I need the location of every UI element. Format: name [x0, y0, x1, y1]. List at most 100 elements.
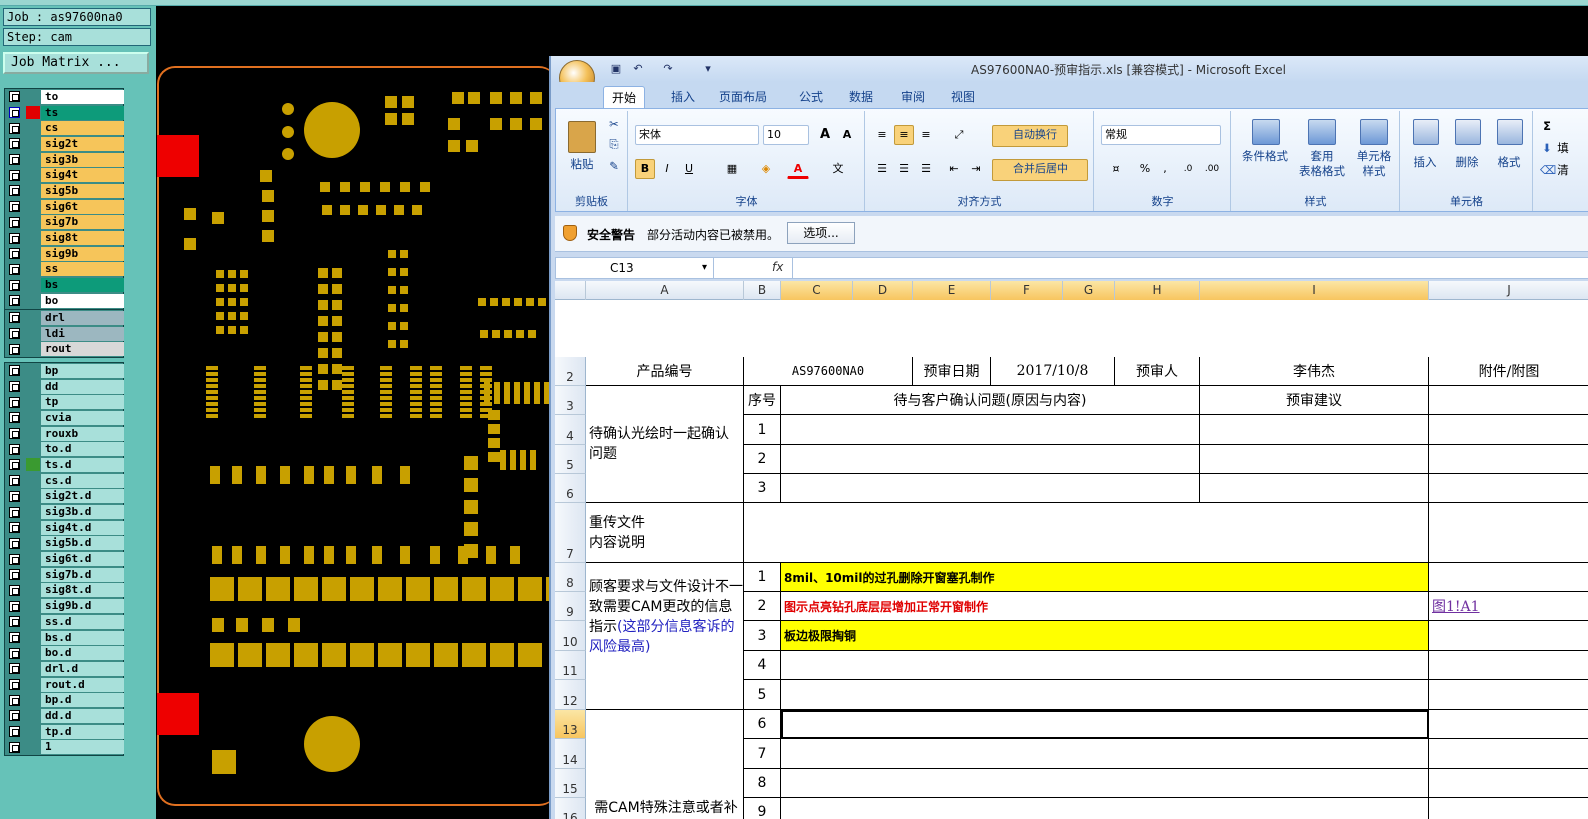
layer-checkbox[interactable]: [9, 381, 20, 393]
format-as-table-icon[interactable]: [1308, 119, 1336, 145]
clear-icon[interactable]: ⌫: [1540, 163, 1556, 178]
layer-checkbox[interactable]: [9, 279, 20, 291]
layer-name[interactable]: cvia: [41, 410, 124, 425]
delete-cells-button[interactable]: 删除: [1449, 155, 1485, 170]
name-box[interactable]: C13: [556, 258, 714, 278]
layer-name[interactable]: tp: [41, 395, 124, 410]
layer-checkbox[interactable]: [9, 428, 20, 440]
layer-name[interactable]: sig9b: [41, 246, 124, 261]
attachment-cell[interactable]: [1429, 769, 1588, 798]
copy-icon[interactable]: ⎘: [606, 137, 622, 152]
align-top-icon[interactable]: ≡: [872, 125, 892, 145]
row-header[interactable]: 6: [555, 474, 586, 503]
layer-row[interactable]: ss.d: [5, 614, 124, 630]
layer-checkbox[interactable]: [9, 263, 20, 275]
layer-name[interactable]: sig6t.d: [41, 552, 124, 567]
row-header[interactable]: 14: [555, 739, 586, 769]
align-middle-icon[interactable]: ≡: [894, 125, 914, 145]
decrease-indent-icon[interactable]: ⇤: [944, 159, 964, 179]
layer-checkbox[interactable]: [9, 365, 20, 377]
layer-row[interactable]: sig4t: [5, 167, 124, 183]
layer-checkbox[interactable]: [9, 185, 20, 197]
layer-name[interactable]: bo.d: [41, 646, 124, 661]
layer-row[interactable]: sig6t.d: [5, 551, 124, 567]
column-header[interactable]: A: [586, 281, 744, 300]
layer-checkbox[interactable]: [9, 412, 20, 424]
layer-row[interactable]: bs.d: [5, 630, 124, 646]
product-no[interactable]: AS97600NA0: [744, 357, 913, 386]
row-header[interactable]: 11: [555, 651, 586, 680]
italic-icon[interactable]: I: [657, 159, 677, 179]
layer-row[interactable]: bp: [5, 363, 124, 379]
issue-cell[interactable]: [781, 415, 1200, 445]
font-size-select[interactable]: 10: [763, 125, 809, 145]
seq-cell[interactable]: 1: [744, 415, 781, 445]
column-header[interactable]: H: [1115, 281, 1200, 300]
layer-row[interactable]: sig6t: [5, 199, 124, 215]
insert-cells-button[interactable]: 插入: [1407, 155, 1443, 170]
font-name-select[interactable]: 宋体: [635, 125, 759, 145]
layer-row[interactable]: sig3b.d: [5, 504, 124, 520]
layer-row[interactable]: sig7b: [5, 215, 124, 231]
seq-cell[interactable]: 6: [744, 710, 781, 739]
layer-name[interactable]: sig7b.d: [41, 567, 124, 582]
tab-2[interactable]: 页面布局: [711, 86, 775, 108]
border-icon[interactable]: ▦: [721, 159, 743, 179]
merge-center-button[interactable]: 合并后居中: [992, 159, 1088, 181]
layer-checkbox[interactable]: [9, 647, 20, 659]
fill-button[interactable]: 填: [1556, 141, 1570, 156]
layer-row[interactable]: to: [5, 89, 124, 105]
layer-row[interactable]: ts.d: [5, 457, 124, 473]
section1-label[interactable]: 待确认光绘时一起确认问题: [586, 386, 744, 503]
layer-checkbox[interactable]: [9, 443, 20, 455]
customize-qat-icon[interactable]: ▾: [701, 62, 715, 76]
tab-4[interactable]: 数据: [841, 86, 881, 108]
layer-name[interactable]: ss: [41, 262, 124, 277]
layer-row[interactable]: 1: [5, 740, 124, 756]
shrink-font-icon[interactable]: A: [837, 125, 857, 145]
attachment-cell[interactable]: [1429, 739, 1588, 769]
attachment-cell[interactable]: [1429, 621, 1588, 651]
layer-row[interactable]: drl.d: [5, 661, 124, 677]
suggestion-cell[interactable]: [1200, 415, 1429, 445]
format-cells-button[interactable]: 格式: [1491, 155, 1527, 170]
fill-icon[interactable]: ⬇: [1540, 141, 1554, 156]
column-header[interactable]: D: [853, 281, 913, 300]
format-as-table-button[interactable]: 套用 表格格式: [1292, 149, 1352, 179]
layer-name[interactable]: sig4t.d: [41, 520, 124, 535]
suggestion-header[interactable]: 预审建议: [1200, 386, 1429, 415]
decrease-decimal-icon[interactable]: .00: [1201, 159, 1223, 179]
layer-checkbox[interactable]: [9, 694, 20, 706]
layer-checkbox[interactable]: [9, 553, 20, 565]
reupload-content[interactable]: [744, 503, 1429, 563]
layer-name[interactable]: dd.d: [41, 708, 124, 723]
layer-checkbox[interactable]: [9, 663, 20, 675]
layer-row[interactable]: ts: [5, 105, 124, 121]
layer-checkbox[interactable]: [9, 138, 20, 150]
row-header[interactable]: 13: [555, 710, 586, 739]
layer-checkbox[interactable]: [9, 537, 20, 549]
layer-checkbox[interactable]: [9, 475, 20, 487]
grow-font-icon[interactable]: A: [815, 125, 835, 145]
issue-cell[interactable]: 8mil、10mil的过孔删除开窗塞孔制作: [781, 563, 1429, 592]
currency-icon[interactable]: ¤: [1101, 159, 1131, 179]
suggestion-cell[interactable]: [1200, 445, 1429, 474]
cell-styles-button[interactable]: 单元格 样式: [1348, 149, 1400, 179]
layer-row[interactable]: tp.d: [5, 724, 124, 740]
issue-header[interactable]: 待与客户确认问题(原因与内容): [781, 386, 1200, 415]
wrap-text-button[interactable]: 自动换行: [992, 125, 1068, 147]
layer-name[interactable]: ss.d: [41, 614, 124, 629]
layer-checkbox[interactable]: [9, 679, 20, 691]
worksheet-grid[interactable]: ABCDEFGHIJ 234567891011121314151617 产品编号…: [555, 281, 1588, 819]
layer-name[interactable]: sig8t.d: [41, 583, 124, 598]
layer-row[interactable]: cvia: [5, 410, 124, 426]
layer-row[interactable]: tp: [5, 394, 124, 410]
row-header[interactable]: 15: [555, 769, 586, 798]
row-header[interactable]: 4: [555, 415, 586, 445]
attachment-cell[interactable]: [1429, 503, 1588, 563]
security-options-button[interactable]: 选项...: [787, 222, 855, 244]
layer-row[interactable]: ss: [5, 262, 124, 278]
format-cells-icon[interactable]: [1497, 119, 1523, 145]
attachment-cell[interactable]: [1429, 680, 1588, 710]
section3-label[interactable]: 顾客要求与文件设计不一致需要CAM更改的信息指示(这部分信息客诉的风险最高): [586, 563, 744, 710]
